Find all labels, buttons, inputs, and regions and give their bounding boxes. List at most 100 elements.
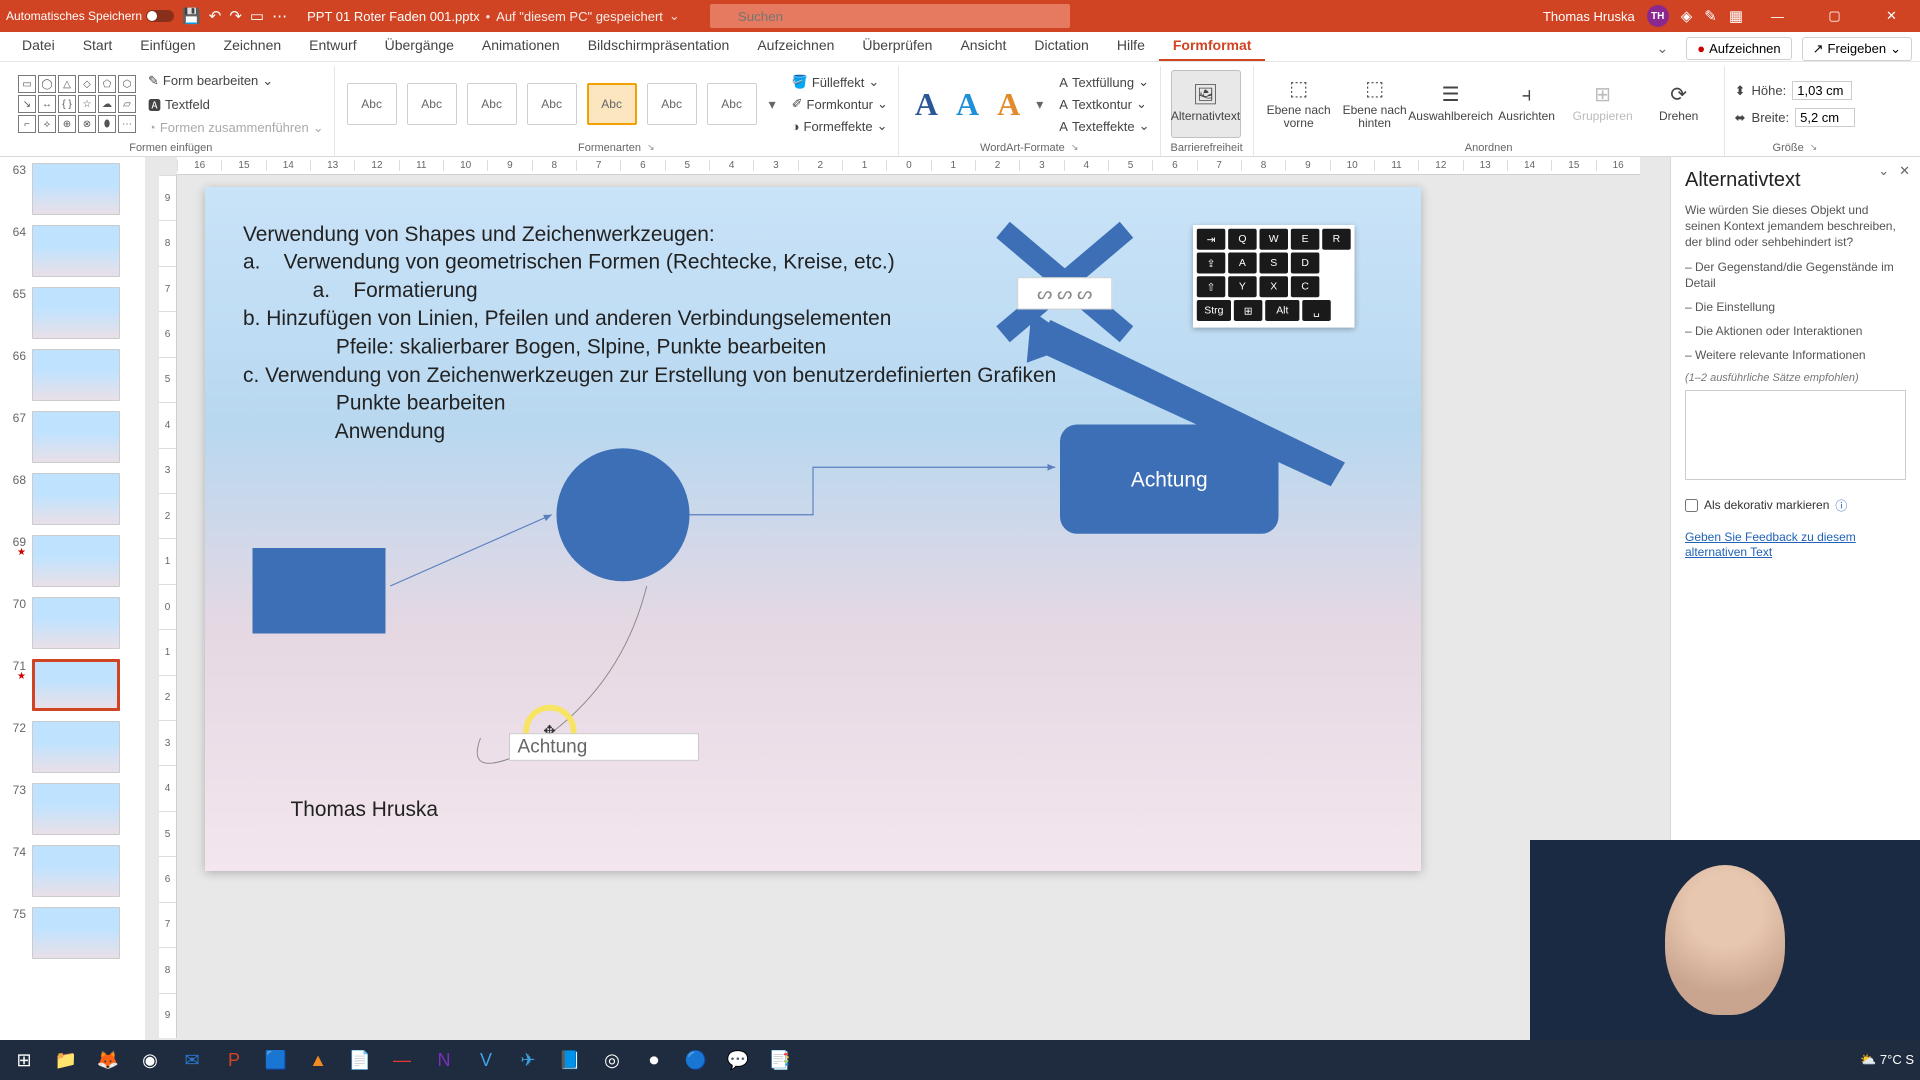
app-icon[interactable]: 📄 xyxy=(342,1042,378,1078)
tab-ansicht[interactable]: Ansicht xyxy=(946,31,1020,61)
wordart-style-1[interactable]: A xyxy=(915,86,938,123)
thumbnail-75[interactable]: 75 xyxy=(4,907,141,959)
maximize-button[interactable]: ▢ xyxy=(1812,0,1857,32)
tab-dictation[interactable]: Dictation xyxy=(1020,31,1102,61)
achtung-rounded-rect[interactable]: Achtung xyxy=(1060,425,1279,534)
app-icon[interactable]: 📘 xyxy=(552,1042,588,1078)
edit-shape-button[interactable]: ✎ Form bearbeiten ⌄ xyxy=(148,71,324,91)
thumbnail-66[interactable]: 66 xyxy=(4,349,141,401)
scribble-box[interactable]: ᔕ ᔕ ᔕ xyxy=(1017,277,1112,309)
tab-animationen[interactable]: Animationen xyxy=(468,31,574,61)
tab-start[interactable]: Start xyxy=(69,31,127,61)
rect-shape[interactable] xyxy=(253,548,386,634)
height-input[interactable] xyxy=(1792,81,1852,100)
record-button[interactable]: ●Aufzeichnen xyxy=(1686,37,1791,60)
firefox-icon[interactable]: 🦊 xyxy=(90,1042,126,1078)
app-icon[interactable]: ⏺ xyxy=(636,1042,672,1078)
powerpoint-icon[interactable]: P xyxy=(216,1042,252,1078)
vlc-icon[interactable]: ▲ xyxy=(300,1042,336,1078)
tab-bildschirmpräsentation[interactable]: Bildschirmpräsentation xyxy=(574,31,744,61)
thumbnail-74[interactable]: 74 xyxy=(4,845,141,897)
slideshow-icon[interactable]: ▭ xyxy=(250,7,264,25)
alt-text-input[interactable] xyxy=(1685,390,1906,480)
app-icon[interactable]: 📑 xyxy=(762,1042,798,1078)
thumbnail-68[interactable]: 68 xyxy=(4,473,141,525)
explorer-icon[interactable]: 📁 xyxy=(48,1042,84,1078)
app-icon[interactable]: 💬 xyxy=(720,1042,756,1078)
shape-style-more-icon[interactable]: ▾ xyxy=(769,96,776,113)
thumbnail-65[interactable]: 65 xyxy=(4,287,141,339)
ribbon-collapse-icon[interactable]: ⌄ xyxy=(1648,36,1676,61)
wordart-style-3[interactable]: A xyxy=(997,86,1020,123)
feedback-link[interactable]: Geben Sie Feedback zu diesem alternative… xyxy=(1685,530,1906,561)
thumbnail-64[interactable]: 64 xyxy=(4,225,141,277)
redo-icon[interactable]: ↷ xyxy=(229,7,242,25)
dialog-launcher-icon[interactable]: ↘ xyxy=(1810,142,1818,154)
alt-text-button[interactable]: 🖼Alternativtext xyxy=(1171,70,1241,138)
thumbnail-63[interactable]: 63 xyxy=(4,163,141,215)
telegram-icon[interactable]: ✈ xyxy=(510,1042,546,1078)
shape-outline-button[interactable]: ✐ Formkontur ⌄ xyxy=(792,94,888,114)
close-button[interactable]: ✕ xyxy=(1869,0,1914,32)
width-input[interactable] xyxy=(1795,108,1855,127)
thumbnail-70[interactable]: 70 xyxy=(4,597,141,649)
autosave-toggle[interactable]: Automatisches Speichern xyxy=(6,9,174,23)
save-icon[interactable]: 💾 xyxy=(182,7,201,25)
undo-icon[interactable]: ↶ xyxy=(209,7,222,25)
more-icon[interactable]: ⋯ xyxy=(272,7,287,25)
chrome-icon[interactable]: ◉ xyxy=(132,1042,168,1078)
pane-close-icon[interactable]: ✕ xyxy=(1899,163,1910,179)
fill-effect-button[interactable]: 🪣 Fülleffekt ⌄ xyxy=(792,72,888,92)
shape-effects-button[interactable]: ◑ Formeffekte ⌄ xyxy=(792,116,888,136)
thumbnail-69[interactable]: 69★ xyxy=(4,535,141,587)
circle-shape[interactable] xyxy=(557,448,690,581)
wordart-more-icon[interactable]: ▾ xyxy=(1036,96,1043,113)
thumbnail-72[interactable]: 72 xyxy=(4,721,141,773)
thumbnail-67[interactable]: 67 xyxy=(4,411,141,463)
dialog-launcher-icon[interactable]: ↘ xyxy=(1071,142,1079,154)
slide-thumbnails[interactable]: 63 64 65 66 67 68 69★ 70 71★ 72 73 74 75 xyxy=(0,157,145,1052)
tab-hilfe[interactable]: Hilfe xyxy=(1103,31,1159,61)
bring-forward-button[interactable]: ⬚Ebene nach vorne xyxy=(1264,70,1334,138)
grid-icon[interactable]: ▦ xyxy=(1729,7,1743,25)
pane-dropdown-icon[interactable]: ⌄ xyxy=(1878,163,1889,179)
vscode-icon[interactable]: V xyxy=(468,1042,504,1078)
thumbnail-73[interactable]: 73 xyxy=(4,783,141,835)
tab-zeichnen[interactable]: Zeichnen xyxy=(210,31,296,61)
start-icon[interactable]: ⊞ xyxy=(6,1042,42,1078)
share-button[interactable]: ↗Freigeben⌄ xyxy=(1802,37,1912,61)
weather-widget[interactable]: ⛅ 7°C S xyxy=(1860,1052,1914,1068)
dialog-launcher-icon[interactable]: ↘ xyxy=(647,142,655,154)
minimize-button[interactable]: — xyxy=(1755,0,1800,32)
shape-style-3[interactable]: Abc xyxy=(467,83,517,125)
onenote-icon[interactable]: N xyxy=(426,1042,462,1078)
text-outline-button[interactable]: A Textkontur ⌄ xyxy=(1059,94,1149,114)
shape-style-7[interactable]: Abc xyxy=(707,83,757,125)
slide-title[interactable]: Verwendung von Shapes und Zeichenwerkzeu… xyxy=(243,220,715,248)
shape-style-1[interactable]: Abc xyxy=(347,83,397,125)
shape-style-5[interactable]: Abc xyxy=(587,83,637,125)
tab-aufzeichnen[interactable]: Aufzeichnen xyxy=(743,31,848,61)
thumbnail-71[interactable]: 71★ xyxy=(4,659,141,711)
outlook-icon[interactable]: ✉ xyxy=(174,1042,210,1078)
group-button[interactable]: ⊞Gruppieren xyxy=(1568,70,1638,138)
taskbar[interactable]: ⊞ 📁 🦊 ◉ ✉ P 🟦 ▲ 📄 — N V ✈ 📘 ◎ ⏺ 🔵 💬 📑 ⛅ … xyxy=(0,1040,1920,1080)
tab-übergänge[interactable]: Übergänge xyxy=(371,31,468,61)
tab-einfügen[interactable]: Einfügen xyxy=(126,31,209,61)
text-field-button[interactable]: 🅰 Textfeld xyxy=(148,93,324,116)
user-name[interactable]: Thomas Hruska xyxy=(1543,9,1635,24)
shape-style-2[interactable]: Abc xyxy=(407,83,457,125)
brush-icon[interactable]: ✎ xyxy=(1704,7,1717,25)
slide-canvas[interactable]: Verwendung von Shapes und Zeichenwerkzeu… xyxy=(205,187,1421,871)
shapes-gallery[interactable]: ▭◯△◇⬠⬡ ↘↔{ }☆☁▱ ⌐⟡⊕⊗⬮⋯ xyxy=(18,75,136,133)
user-avatar[interactable]: TH xyxy=(1647,5,1669,27)
text-effects-button[interactable]: A Texteffekte ⌄ xyxy=(1059,116,1149,136)
send-backward-button[interactable]: ⬚Ebene nach hinten xyxy=(1340,70,1410,138)
obs-icon[interactable]: ◎ xyxy=(594,1042,630,1078)
app-icon[interactable]: 🟦 xyxy=(258,1042,294,1078)
selection-pane-button[interactable]: ☰Auswahlbereich xyxy=(1416,70,1486,138)
tab-entwurf[interactable]: Entwurf xyxy=(295,31,370,61)
rotate-button[interactable]: ⟳Drehen xyxy=(1644,70,1714,138)
slide-body[interactable]: a. Verwendung von geometrischen Formen (… xyxy=(243,248,1056,445)
wordart-style-2[interactable]: A xyxy=(956,86,979,123)
